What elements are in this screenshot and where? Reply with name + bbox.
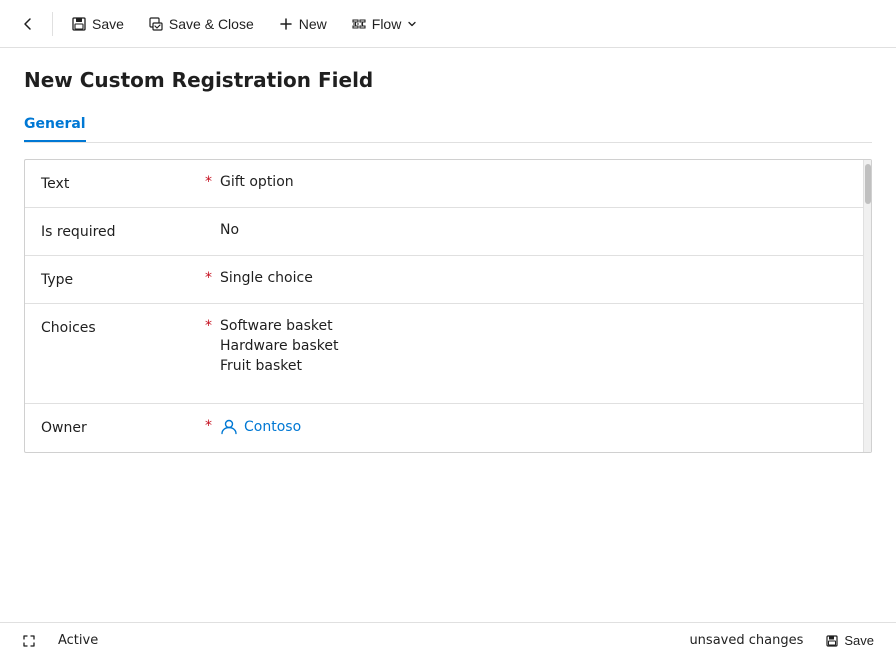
toolbar-divider xyxy=(52,12,53,36)
choices-list: Software basket Hardware basket Fruit ba… xyxy=(220,318,855,374)
field-row-type: Type * Single choice xyxy=(25,256,871,304)
back-icon xyxy=(20,16,36,32)
flow-label: Flow xyxy=(372,16,402,32)
statusbar-left: Active xyxy=(12,630,98,652)
owner-link[interactable]: Contoso xyxy=(220,418,855,436)
label-is-required: Is required xyxy=(41,222,201,240)
field-row-is-required: Is required * No xyxy=(25,208,871,256)
required-star-text: * xyxy=(205,174,212,190)
required-star-choices: * xyxy=(205,318,212,334)
value-text: Gift option xyxy=(220,174,855,190)
status-save-label: Save xyxy=(844,633,874,648)
save-close-icon xyxy=(148,16,164,32)
required-star-owner: * xyxy=(205,418,212,434)
label-text: Text xyxy=(41,174,201,192)
expand-button[interactable] xyxy=(12,630,46,652)
save-icon xyxy=(71,16,87,32)
owner-name: Contoso xyxy=(244,419,301,435)
person-icon xyxy=(220,418,238,436)
tab-general[interactable]: General xyxy=(24,108,86,142)
new-icon xyxy=(278,16,294,32)
field-row-text: Text * Gift option xyxy=(25,160,871,208)
save-close-button[interactable]: Save & Close xyxy=(138,10,264,38)
tabs: General xyxy=(24,108,872,143)
save-button[interactable]: Save xyxy=(61,10,134,38)
toolbar: Save Save & Close New Flow xyxy=(0,0,896,48)
label-owner: Owner xyxy=(41,418,201,436)
expand-icon xyxy=(22,634,36,648)
statusbar-right: unsaved changes Save xyxy=(689,629,884,652)
save-close-label: Save & Close xyxy=(169,16,254,32)
main-content: New Custom Registration Field General Te… xyxy=(0,48,896,622)
flow-dropdown-icon xyxy=(406,18,418,30)
unsaved-text: unsaved changes xyxy=(689,633,803,648)
form-container: Text * Gift option Is required * No Type… xyxy=(24,159,872,453)
back-button[interactable] xyxy=(12,8,44,40)
status-save-button[interactable]: Save xyxy=(815,629,884,652)
statusbar: Active unsaved changes Save xyxy=(0,622,896,658)
status-save-icon xyxy=(825,634,839,648)
flow-button[interactable]: Flow xyxy=(341,10,429,38)
scrollbar-track[interactable] xyxy=(863,160,871,452)
field-row-choices: Choices * Software basket Hardware baske… xyxy=(25,304,871,404)
choice-item: Hardware basket xyxy=(220,338,855,354)
save-label: Save xyxy=(92,16,124,32)
value-type: Single choice xyxy=(220,270,855,286)
value-is-required: No xyxy=(220,222,855,238)
flow-icon xyxy=(351,16,367,32)
label-choices: Choices xyxy=(41,318,201,336)
new-button[interactable]: New xyxy=(268,10,337,38)
value-owner: Contoso xyxy=(220,418,855,436)
choice-item: Software basket xyxy=(220,318,855,334)
new-label: New xyxy=(299,16,327,32)
status-badge: Active xyxy=(58,633,98,648)
scrollbar-thumb[interactable] xyxy=(865,164,871,204)
field-row-owner: Owner * Contoso xyxy=(25,404,871,452)
label-type: Type xyxy=(41,270,201,288)
page-title: New Custom Registration Field xyxy=(24,68,872,92)
choice-item: Fruit basket xyxy=(220,358,855,374)
required-star-type: * xyxy=(205,270,212,286)
